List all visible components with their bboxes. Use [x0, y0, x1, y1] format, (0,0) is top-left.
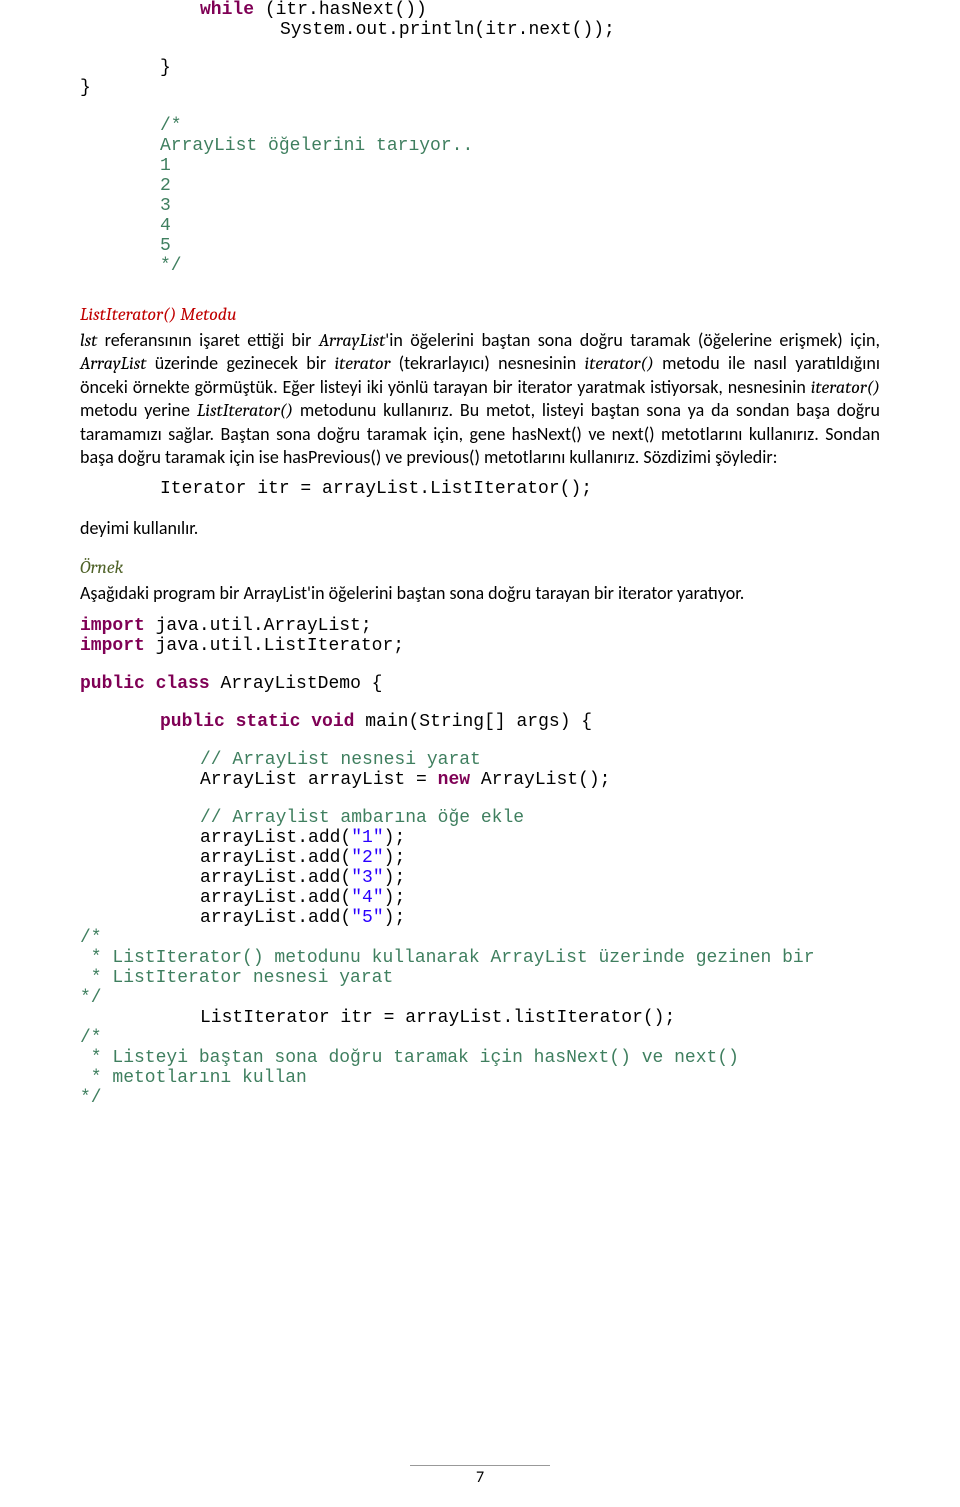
it-iteratorfn-1: iterator() [585, 353, 654, 374]
bcomment2-l2: * metotlarını kullan [80, 1068, 880, 1088]
kw-import-1: import [80, 616, 145, 636]
it-arraylist-1: ArrayList [319, 330, 385, 351]
it-listiteratorfn: ListIterator() [197, 400, 293, 421]
main-decl: main(String[] args) { [354, 712, 592, 732]
ornek-heading: Örnek [80, 557, 880, 578]
comment-3: 3 [80, 196, 880, 216]
kw-class: class [156, 674, 210, 694]
kw-import-2: import [80, 636, 145, 656]
kw-public-2: public [160, 712, 225, 732]
println-line: System.out.println(itr.next()); [80, 20, 880, 40]
code-block-top: while (itr.hasNext()) System.out.println… [80, 0, 880, 276]
brace-inner: } [80, 58, 880, 78]
txt-b: 'in öğelerini baştan sona doğru taramak … [385, 329, 880, 351]
cond: (itr.hasNext()) [254, 0, 427, 20]
txt-a: referansının işaret ettiği bir [97, 329, 319, 351]
comment-1: 1 [80, 156, 880, 176]
class-name: ArrayListDemo { [210, 674, 383, 694]
str-4: "4" [351, 888, 383, 908]
kw-void: void [311, 712, 354, 732]
deyimi-text: deyimi kullanılır. [80, 517, 880, 539]
kw-new: new [438, 770, 470, 790]
bcomment2-close: */ [80, 1088, 880, 1108]
brace-outer: } [80, 78, 880, 98]
bcomment2-open: /* [80, 1028, 880, 1048]
it-iteratorfn-2: iterator() [811, 377, 880, 398]
comment-line: ArrayList öğelerini tarıyor.. [80, 136, 880, 156]
paragraph-example: Aşağıdaki program bir ArrayList'in öğele… [80, 582, 880, 605]
kw-static: static [236, 712, 301, 732]
bcomment1-l1: * ListIterator() metodunu kullanarak Arr… [80, 948, 880, 968]
it-lst: lst [80, 330, 97, 351]
it-iterator: iterator [334, 353, 390, 374]
add-pre-4: arrayList.add( [200, 888, 351, 908]
listiterator-line: ListIterator itr = arrayList.listIterato… [80, 1008, 880, 1028]
import-1: java.util.ArrayList; [145, 616, 372, 636]
page-number: 7 [0, 1468, 960, 1487]
code-iterator-decl: Iterator itr = arrayList.ListIterator(); [80, 479, 880, 499]
comment-create-arraylist: // ArrayList nesnesi yarat [80, 750, 880, 770]
new-arraylist-pre: ArrayList arrayList = [200, 770, 438, 790]
add-suf-4: ); [384, 888, 406, 908]
comment-add-items: // Arraylist ambarına öğe ekle [80, 808, 880, 828]
add-suf-3: ); [384, 868, 406, 888]
str-3: "3" [351, 868, 383, 888]
comment-5: 5 [80, 236, 880, 256]
txt-f: metodu yerine [80, 399, 197, 421]
kw-while: while [200, 0, 254, 20]
bcomment1-l2: * ListIterator nesnesi yarat [80, 968, 880, 988]
txt-c: üzerinde gezinecek bir [146, 352, 334, 374]
comment-close: */ [80, 256, 880, 276]
paragraph-main: lst referansının işaret ettiği bir Array… [80, 329, 880, 469]
add-pre-1: arrayList.add( [200, 828, 351, 848]
add-suf-2: ); [384, 848, 406, 868]
str-1: "1" [351, 828, 383, 848]
comment-2: 2 [80, 176, 880, 196]
add-suf-5: ); [384, 908, 406, 928]
code-block-example: import java.util.ArrayList; import java.… [80, 616, 880, 1108]
import-2: java.util.ListIterator; [145, 636, 404, 656]
bcomment1-open: /* [80, 928, 880, 948]
bcomment2-l1: * Listeyi baştan sona doğru taramak için… [80, 1048, 880, 1068]
str-5: "5" [351, 908, 383, 928]
add-pre-3: arrayList.add( [200, 868, 351, 888]
it-arraylist-2: ArrayList [80, 353, 146, 374]
txt-d: (tekrarlayıcı) nesnesinin [390, 352, 584, 374]
section-heading: ListIterator() Metodu [80, 304, 880, 325]
str-2: "2" [351, 848, 383, 868]
add-pre-5: arrayList.add( [200, 908, 351, 928]
page-footer: 7 [0, 1465, 960, 1487]
comment-open: /* [80, 116, 880, 136]
add-suf-1: ); [384, 828, 406, 848]
add-pre-2: arrayList.add( [200, 848, 351, 868]
new-arraylist-post: ArrayList(); [470, 770, 610, 790]
kw-public-1: public [80, 674, 145, 694]
comment-4: 4 [80, 216, 880, 236]
bcomment1-close: */ [80, 988, 880, 1008]
